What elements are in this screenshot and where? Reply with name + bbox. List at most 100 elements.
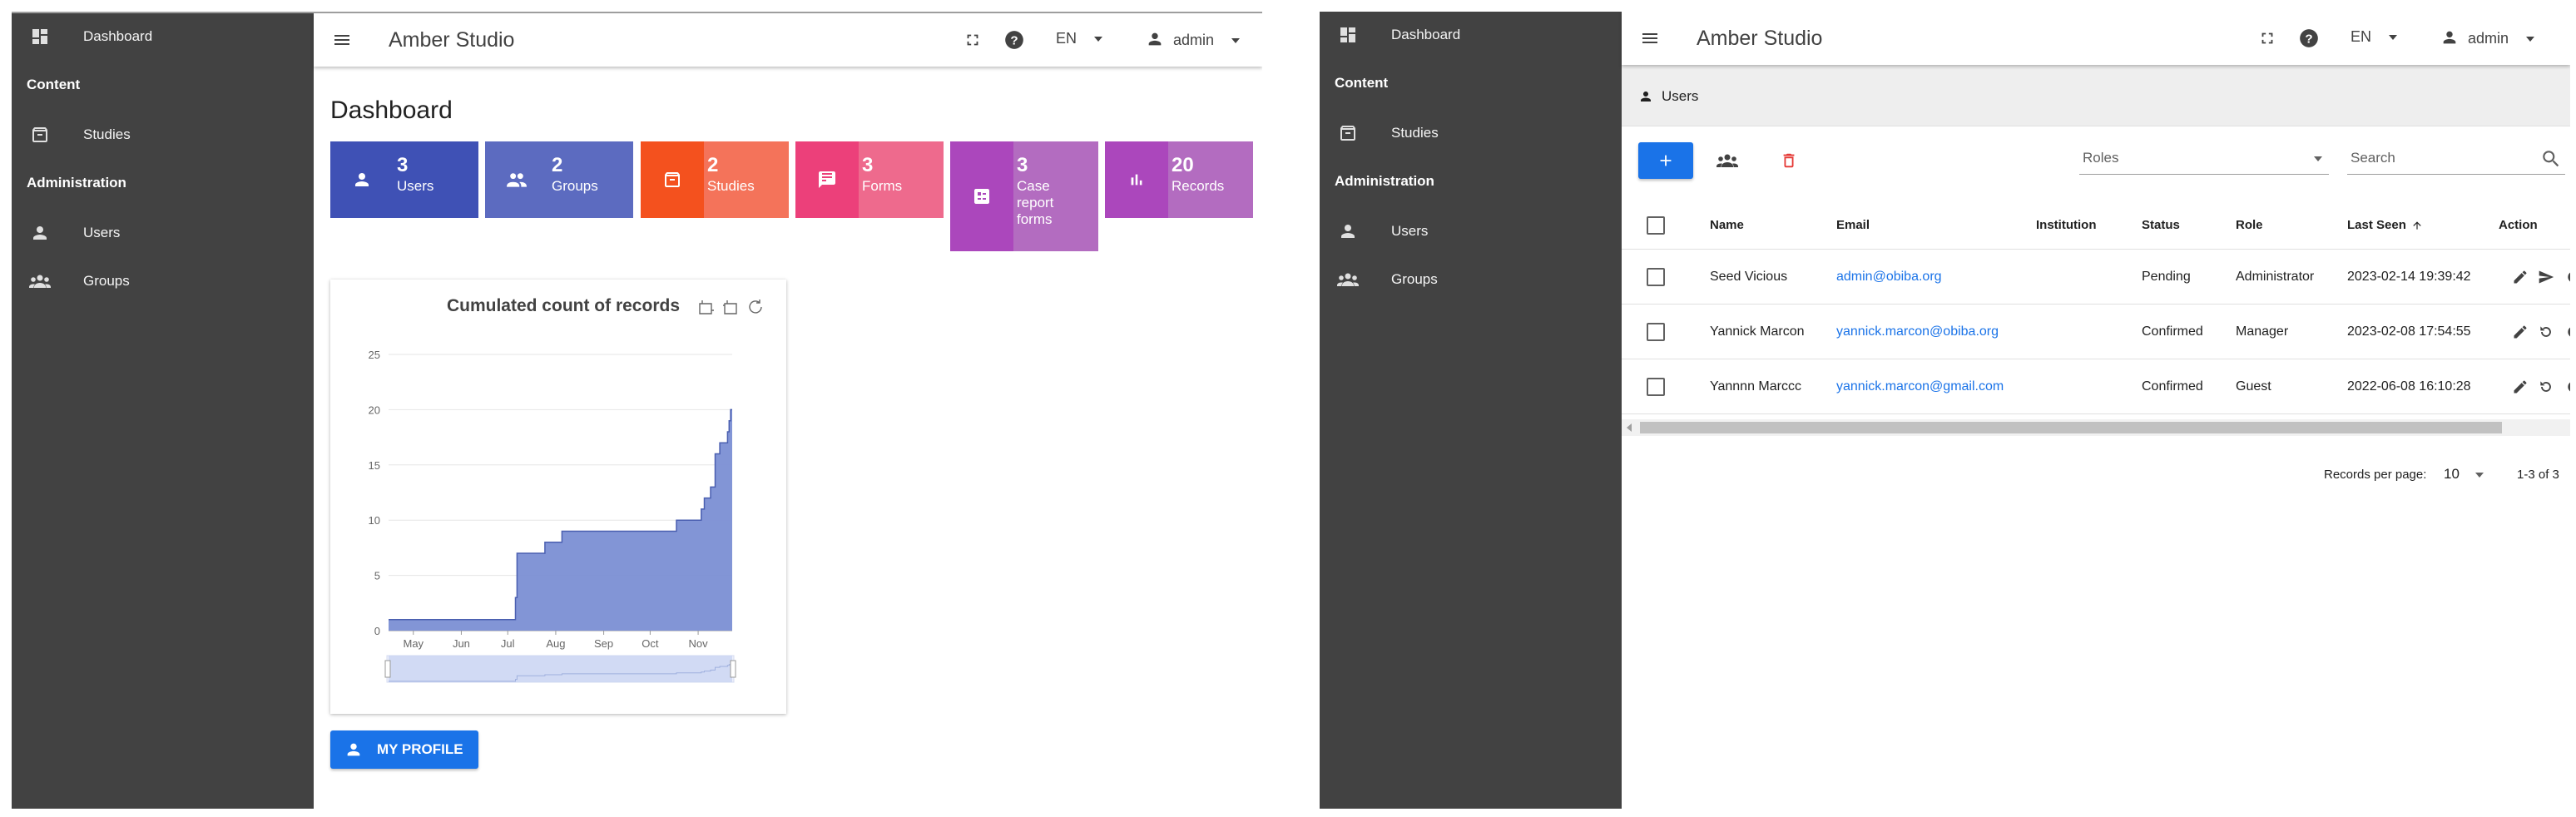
sidebar: Dashboard Content Studies Administration… — [12, 13, 314, 809]
users-content: Users Roles Search Name Email Institutio… — [1622, 65, 2570, 809]
column-header-role[interactable]: Role — [2236, 201, 2263, 249]
column-header-institution[interactable]: Institution — [2036, 201, 2096, 249]
user-menu[interactable]: admin — [1146, 30, 1241, 49]
user-name: admin — [1173, 32, 1215, 48]
sidebar-item-label: Users — [1391, 223, 1429, 239]
plus-icon — [1660, 155, 1672, 166]
sort-ascending-icon — [2413, 220, 2421, 230]
column-header-status[interactable]: Status — [2142, 201, 2180, 249]
person-icon — [1641, 92, 1651, 102]
stat-case-report-forms[interactable]: 3 Case report forms — [950, 141, 1098, 251]
users-window: Dashboard Content Studies Administration… — [1320, 12, 2570, 809]
sidebar-item-studies[interactable]: Studies — [12, 111, 314, 158]
chevron-down-icon — [2314, 156, 2322, 161]
row-checkbox[interactable] — [1647, 377, 1665, 396]
stat-groups[interactable]: 2 Groups — [485, 141, 633, 218]
cell-email[interactable]: yannick.marcon@obiba.org — [1836, 305, 1999, 359]
x-tick-label: Oct — [642, 637, 659, 650]
dashboard-window: Dashboard Content Studies Administration… — [12, 12, 1262, 809]
stat-users[interactable]: 3 Users — [330, 141, 478, 218]
table-header: Name Email Institution Status Role Last … — [1622, 201, 2570, 250]
user-menu[interactable]: admin — [2440, 28, 2536, 47]
menu-icon[interactable] — [330, 28, 354, 52]
restore-icon[interactable] — [746, 298, 765, 316]
sidebar-item-users[interactable]: Users — [12, 210, 314, 256]
svg-text:?: ? — [1010, 33, 1018, 47]
records-per-page-select[interactable]: 10 — [2444, 466, 2460, 483]
top-bar: Amber Studio ? EN admin — [1622, 12, 2570, 65]
help-icon[interactable]: ? — [2297, 27, 2321, 50]
zoom-select-icon[interactable] — [696, 298, 715, 316]
language-selector[interactable]: EN — [2351, 28, 2399, 46]
delete-icon[interactable] — [1776, 149, 1801, 172]
cell-email[interactable]: yannick.marcon@gmail.com — [1836, 359, 2004, 413]
x-tick-label: Jul — [501, 637, 515, 650]
horizontal-scrollbar[interactable] — [1622, 419, 2570, 436]
language-selector[interactable]: EN — [1056, 30, 1104, 47]
sidebar-section-content: Content — [27, 77, 81, 92]
account-icon — [1148, 32, 1162, 46]
reset-password-icon[interactable] — [2537, 379, 2555, 395]
sidebar-item-label: Studies — [83, 126, 131, 142]
column-header-last-seen[interactable]: Last Seen — [2347, 201, 2423, 249]
archive-icon — [1336, 121, 1360, 145]
sidebar-item-groups[interactable]: Groups — [1320, 256, 1622, 303]
cell-status: Confirmed — [2142, 324, 2203, 339]
my-profile-label: MY PROFILE — [377, 741, 463, 757]
edit-icon[interactable] — [2512, 379, 2529, 395]
sidebar-item-label: Dashboard — [1391, 27, 1461, 42]
sidebar-item-dashboard[interactable]: Dashboard — [1320, 12, 1622, 58]
reset-password-icon[interactable] — [2537, 324, 2555, 340]
sidebar-item-groups[interactable]: Groups — [12, 258, 314, 305]
fullscreen-icon[interactable] — [2256, 27, 2279, 50]
chevron-down-icon[interactable] — [2474, 471, 2485, 479]
row-checkbox[interactable] — [1647, 267, 1665, 286]
groups-icon — [1336, 268, 1360, 291]
menu-icon[interactable] — [1638, 27, 1662, 50]
chart-title: Cumulated count of records — [446, 296, 680, 315]
cell-email[interactable]: admin@obiba.org — [1836, 250, 1942, 304]
sidebar-section-administration: Administration — [1335, 173, 1434, 189]
row-checkbox[interactable] — [1647, 322, 1665, 341]
help-icon[interactable]: ? — [1003, 28, 1026, 52]
column-header-label: Last Seen — [2347, 218, 2406, 232]
stat-studies[interactable]: 2 Studies — [641, 141, 789, 218]
column-header-email[interactable]: Email — [1836, 201, 1870, 249]
scrollbar-thumb[interactable] — [1640, 422, 2502, 433]
stat-label: Users — [397, 178, 434, 194]
cell-name: Yannnn Marccc — [1710, 379, 1801, 394]
add-user-button[interactable] — [1638, 142, 1693, 179]
stat-label: Studies — [707, 178, 755, 194]
select-all-checkbox[interactable] — [1647, 215, 1665, 235]
my-profile-button[interactable]: MY PROFILE — [330, 730, 478, 769]
more-icon[interactable] — [2564, 379, 2570, 395]
edit-icon[interactable] — [2512, 324, 2529, 340]
stat-records[interactable]: 20 Records — [1105, 141, 1253, 218]
breadcrumb-bar: Users — [1622, 65, 2570, 126]
group-users-icon[interactable] — [1715, 149, 1740, 172]
more-icon[interactable] — [2564, 269, 2570, 285]
zoom-reset-icon[interactable] — [721, 298, 740, 316]
cell-status: Pending — [2142, 269, 2191, 284]
sidebar-item-users[interactable]: Users — [1320, 208, 1622, 255]
forms-icon — [795, 141, 859, 218]
users-toolbar: Roles Search — [1622, 126, 2570, 201]
cell-name: Yannick Marcon — [1710, 324, 1805, 339]
dashboard-icon — [1336, 23, 1360, 47]
sidebar-item-studies[interactable]: Studies — [1320, 110, 1622, 156]
sidebar-item-dashboard[interactable]: Dashboard — [12, 13, 314, 60]
edit-icon[interactable] — [2512, 269, 2529, 285]
stat-label: Groups — [552, 178, 598, 194]
breadcrumb-label: Users — [1662, 88, 1699, 104]
y-tick-label: 0 — [374, 625, 380, 637]
stat-forms[interactable]: 3 Forms — [795, 141, 944, 218]
scroll-left-icon[interactable] — [1625, 423, 1633, 433]
cell-name: Seed Vicious — [1710, 269, 1788, 284]
send-icon[interactable] — [2537, 269, 2555, 285]
more-icon[interactable] — [2564, 324, 2570, 340]
roles-filter-select[interactable]: Roles — [2079, 145, 2329, 175]
column-header-name[interactable]: Name — [1710, 201, 1744, 249]
column-header-action: Action — [2499, 218, 2538, 232]
fullscreen-icon[interactable] — [961, 28, 984, 52]
search-input[interactable]: Search — [2347, 145, 2565, 175]
